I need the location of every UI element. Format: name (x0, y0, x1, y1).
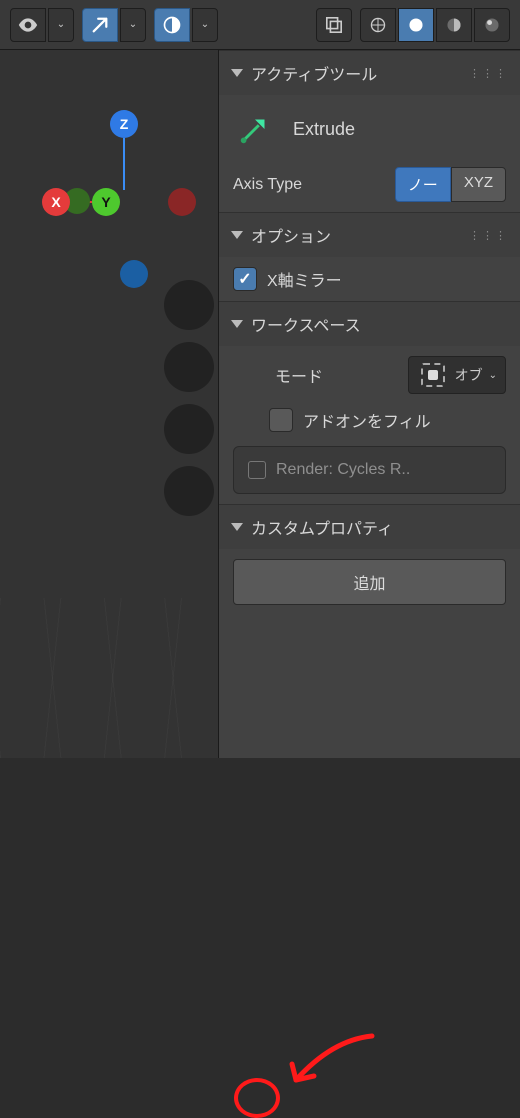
x-mirror-row: X軸ミラー (233, 267, 506, 291)
visibility-button[interactable] (10, 8, 46, 42)
section-header-active-tool[interactable]: アクティブツール ⋮⋮⋮ (219, 51, 520, 95)
mode-select[interactable]: オブ ⌄ (408, 356, 506, 394)
nav-button-1[interactable] (164, 280, 214, 330)
grip-icon[interactable]: ⋮⋮⋮ (469, 67, 508, 80)
gizmo-x-axis[interactable]: X (42, 188, 70, 216)
section-header-workspace[interactable]: ワークスペース (219, 302, 520, 346)
nav-gizmo[interactable]: Z X Y (50, 110, 190, 250)
floor-grid (0, 598, 218, 758)
arrow-out-button[interactable] (82, 8, 118, 42)
shading-rendered-button[interactable] (474, 8, 510, 42)
orientation-dropdown[interactable]: ⌄ (192, 8, 218, 42)
mode-value: オブ (455, 365, 483, 385)
annotation-circle (234, 1078, 280, 1118)
shading-lookdev-button[interactable] (436, 8, 472, 42)
x-mirror-label: X軸ミラー (267, 267, 342, 291)
render-cycles-row[interactable]: Render: Cycles R.. (233, 446, 506, 494)
gizmo-z-line (123, 138, 125, 190)
annotation-arrow-icon (282, 1030, 382, 1100)
orientation-button[interactable] (154, 8, 190, 42)
gizmo-neg-x-axis[interactable] (168, 188, 196, 216)
add-button[interactable]: 追加 (233, 559, 506, 605)
visibility-dropdown[interactable]: ⌄ (48, 8, 74, 42)
section-title: アクティブツール (251, 61, 377, 85)
axis-type-row: Axis Type ノー XYZ (233, 167, 506, 202)
axis-type-label: Axis Type (233, 176, 302, 194)
disclosure-triangle-icon (231, 320, 243, 328)
section-active-tool: アクティブツール ⋮⋮⋮ Extrude Axis Type (219, 50, 520, 212)
shading-wireframe-button[interactable] (360, 8, 396, 42)
addons-row[interactable]: アドオンをフィル (233, 408, 506, 432)
side-panel: アクティブツール ⋮⋮⋮ Extrude Axis Type (218, 50, 520, 758)
gizmo-z-axis[interactable]: Z (110, 110, 138, 138)
arrow-dropdown[interactable]: ⌄ (120, 8, 146, 42)
gizmo-y-axis[interactable]: Y (92, 188, 120, 216)
shading-solid-button[interactable] (398, 8, 434, 42)
x-mirror-checkbox[interactable] (233, 267, 257, 291)
viewport-nav-buttons (164, 280, 214, 516)
render-checkbox[interactable] (248, 461, 266, 479)
disclosure-triangle-icon (231, 523, 243, 531)
section-title: カスタムプロパティ (251, 515, 393, 539)
axis-xyz-button[interactable]: XYZ (451, 167, 506, 202)
nav-button-2[interactable] (164, 342, 214, 392)
section-custom-props: カスタムプロパティ 追加 (219, 504, 520, 615)
addons-checkbox[interactable] (269, 408, 293, 432)
axis-normal-button[interactable]: ノー (395, 167, 451, 202)
chevron-down-icon: ⌄ (489, 370, 497, 381)
section-title: オプション (251, 223, 331, 247)
section-workspace: ワークスペース モード オブ ⌄ アドオンをフィル (219, 301, 520, 504)
object-mode-icon (421, 363, 445, 387)
grip-icon[interactable]: ⋮⋮⋮ (469, 229, 508, 242)
section-header-options[interactable]: オプション ⋮⋮⋮ (219, 213, 520, 257)
header-toolbar: ⌄ ⌄ ⌄ (0, 0, 520, 50)
mode-label: モード (275, 363, 323, 387)
viewport-3d[interactable]: Z X Y (0, 50, 218, 758)
nav-button-4[interactable] (164, 466, 214, 516)
section-header-custom-props[interactable]: カスタムプロパティ (219, 505, 520, 549)
nav-button-3[interactable] (164, 404, 214, 454)
section-title: ワークスペース (251, 312, 361, 336)
overlays-button[interactable] (316, 8, 352, 42)
disclosure-triangle-icon (231, 69, 243, 77)
active-tool-name: Extrude (293, 119, 355, 140)
section-options: オプション ⋮⋮⋮ X軸ミラー (219, 212, 520, 301)
mode-row: モード オブ ⌄ (233, 356, 506, 394)
addons-label: アドオンをフィル (303, 408, 431, 432)
gizmo-neg-z-axis[interactable] (120, 260, 148, 288)
extrude-icon (235, 109, 275, 149)
disclosure-triangle-icon (231, 231, 243, 239)
active-tool-row: Extrude (233, 105, 506, 153)
render-label: Render: Cycles R.. (276, 461, 410, 479)
